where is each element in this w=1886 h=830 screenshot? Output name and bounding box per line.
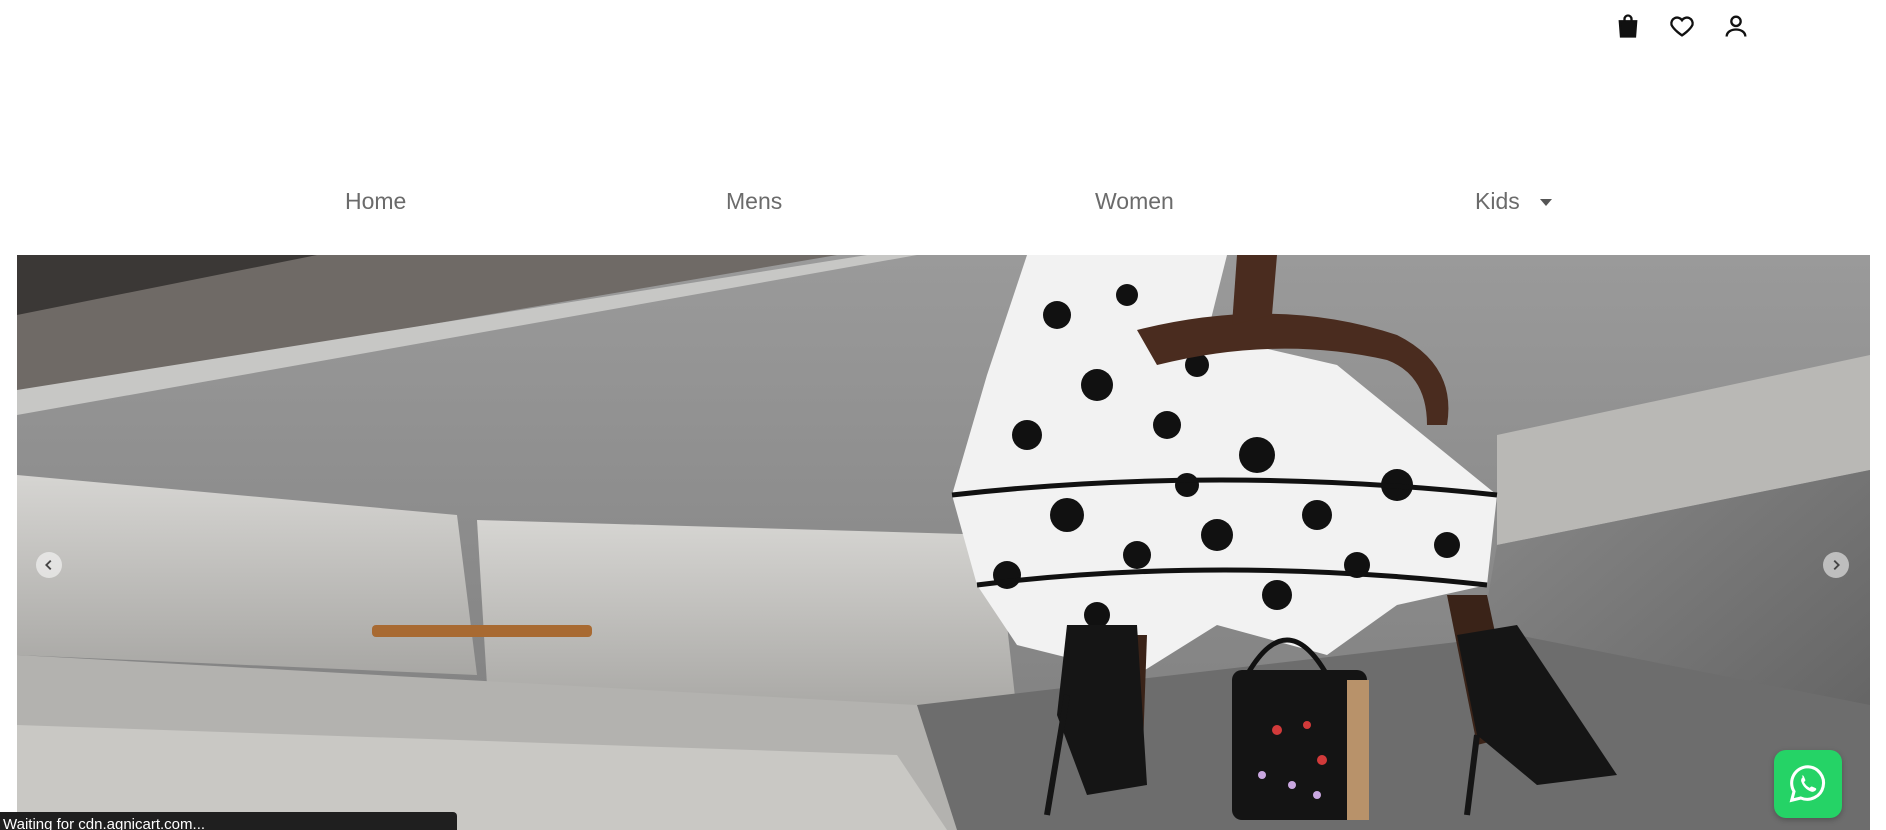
slider-prev-button[interactable] xyxy=(36,552,62,578)
caret-down-icon[interactable] xyxy=(1539,199,1552,206)
nav-item-women[interactable]: Women xyxy=(1095,188,1174,215)
user-icon[interactable] xyxy=(1720,10,1752,42)
shopping-bag-icon[interactable] xyxy=(1612,10,1644,42)
nav-item-label: Kids xyxy=(1475,188,1520,214)
browser-status-bar: Waiting for cdn.agnicart.com... xyxy=(0,812,457,830)
chevron-right-icon xyxy=(1833,559,1840,571)
slider-next-button[interactable] xyxy=(1823,552,1849,578)
whatsapp-button[interactable] xyxy=(1774,750,1842,818)
whatsapp-icon xyxy=(1789,765,1826,803)
hero-slider xyxy=(17,255,1870,830)
nav-item-label: Home xyxy=(345,188,407,214)
nav-item-mens[interactable]: Mens xyxy=(726,188,782,215)
header-actions xyxy=(1612,10,1752,42)
nav-item-home[interactable]: Home xyxy=(345,188,406,215)
chevron-left-icon xyxy=(45,559,52,571)
hero-image xyxy=(17,255,1870,830)
heart-icon[interactable] xyxy=(1666,10,1698,42)
nav-item-kids[interactable]: Kids xyxy=(1475,188,1552,215)
nav-item-label: Women xyxy=(1095,188,1174,214)
main-navigation: Home Mens Women Kids xyxy=(0,180,1886,220)
nav-item-label: Mens xyxy=(726,188,783,214)
